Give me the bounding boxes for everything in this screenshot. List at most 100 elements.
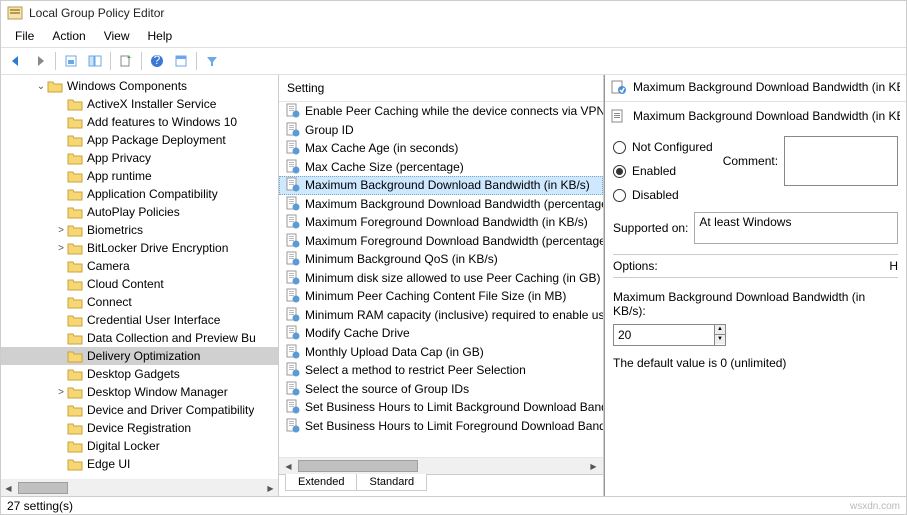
spinner-down-icon[interactable]: ▼ [715, 335, 725, 344]
tree-item[interactable]: App runtime [1, 167, 278, 185]
forward-button[interactable] [29, 50, 51, 72]
list-item[interactable]: Group ID [279, 121, 603, 140]
folder-icon [67, 241, 83, 255]
properties-button[interactable] [170, 50, 192, 72]
radio-icon[interactable] [613, 165, 626, 178]
spinner-up-icon[interactable]: ▲ [715, 325, 725, 335]
help-button[interactable]: ? [146, 50, 168, 72]
menu-action[interactable]: Action [44, 27, 93, 45]
list-item[interactable]: Select the source of Group IDs [279, 380, 603, 399]
tree-item[interactable]: >Biometrics [1, 221, 278, 239]
radio-not-configured[interactable]: Not Configured [613, 136, 713, 158]
list-item[interactable]: Minimum RAM capacity (inclusive) require… [279, 306, 603, 325]
tree-item[interactable]: App Privacy [1, 149, 278, 167]
comment-label: Comment: [723, 154, 778, 168]
menu-view[interactable]: View [96, 27, 138, 45]
tree-item[interactable]: App Package Deployment [1, 131, 278, 149]
list-item[interactable]: Max Cache Size (percentage) [279, 158, 603, 177]
list-item[interactable]: Maximum Background Download Bandwidth (i… [279, 176, 603, 195]
list-column-header[interactable]: Setting [279, 75, 603, 102]
tree-item[interactable]: Connect [1, 293, 278, 311]
list-item[interactable]: Set Business Hours to Limit Background D… [279, 398, 603, 417]
scroll-left-icon[interactable]: ◀ [1, 481, 16, 496]
tree-item-label: App Privacy [87, 151, 151, 165]
list-item[interactable]: Max Cache Age (in seconds) [279, 139, 603, 158]
menu-help[interactable]: Help [140, 27, 181, 45]
svg-text:?: ? [154, 54, 161, 67]
tree-item[interactable]: >Desktop Window Manager [1, 383, 278, 401]
folder-icon [67, 439, 83, 453]
scroll-right-icon[interactable]: ▶ [586, 459, 601, 474]
comment-field[interactable] [784, 136, 898, 186]
list-item-label: Monthly Upload Data Cap (in GB) [305, 345, 484, 359]
tree-item-label: Delivery Optimization [87, 349, 200, 363]
list-item[interactable]: Set Business Hours to Limit Foreground D… [279, 417, 603, 436]
tree-item[interactable]: Desktop Gadgets [1, 365, 278, 383]
menu-file[interactable]: File [7, 27, 42, 45]
policy-setting-icon [285, 140, 301, 156]
tree[interactable]: ⌄ Windows Components ActiveX Installer S… [1, 75, 278, 479]
settings-list-pane: Setting Enable Peer Caching while the de… [279, 75, 604, 496]
tab-extended[interactable]: Extended [285, 474, 357, 491]
list-item[interactable]: Maximum Background Download Bandwidth (p… [279, 195, 603, 214]
back-button[interactable] [5, 50, 27, 72]
collapse-icon[interactable]: ⌄ [35, 81, 47, 92]
tree-item[interactable]: Digital Locker [1, 437, 278, 455]
tab-standard[interactable]: Standard [356, 474, 427, 491]
radio-icon[interactable] [613, 189, 626, 202]
bandwidth-spinner[interactable]: ▲ ▼ [613, 324, 726, 346]
scroll-thumb[interactable] [18, 482, 68, 494]
tree-item[interactable]: Add features to Windows 10 [1, 113, 278, 131]
tree-item[interactable]: Data Collection and Preview Bu [1, 329, 278, 347]
policy-setting-icon [285, 270, 301, 286]
list-item[interactable]: Maximum Foreground Download Bandwidth (p… [279, 232, 603, 251]
tree-item-label: Data Collection and Preview Bu [87, 331, 256, 345]
filter-button[interactable] [201, 50, 223, 72]
radio-label: Not Configured [632, 140, 713, 154]
tree-item[interactable]: Edge UI [1, 455, 278, 473]
list-horizontal-scrollbar[interactable]: ◀ ▶ [279, 457, 603, 474]
tree-item[interactable]: Application Compatibility [1, 185, 278, 203]
list-item-label: Maximum Background Download Bandwidth (i… [305, 178, 590, 192]
up-button[interactable] [60, 50, 82, 72]
show-hide-tree-button[interactable] [84, 50, 106, 72]
tree-item-label: Cloud Content [87, 277, 164, 291]
list-item[interactable]: Select a method to restrict Peer Selecti… [279, 361, 603, 380]
radio-disabled[interactable]: Disabled [613, 184, 713, 206]
tree-root[interactable]: ⌄ Windows Components [1, 77, 278, 95]
tree-item[interactable]: >BitLocker Drive Encryption [1, 239, 278, 257]
list-item[interactable]: Minimum disk size allowed to use Peer Ca… [279, 269, 603, 288]
expand-icon[interactable]: > [55, 225, 67, 236]
tree-item[interactable]: Camera [1, 257, 278, 275]
list-item-label: Maximum Foreground Download Bandwidth (i… [305, 215, 588, 229]
expand-icon[interactable]: > [55, 387, 67, 398]
list-item-label: Enable Peer Caching while the device con… [305, 104, 603, 118]
list-item[interactable]: Modify Cache Drive [279, 324, 603, 343]
bandwidth-input[interactable] [614, 325, 714, 345]
list-item[interactable]: Minimum Background QoS (in KB/s) [279, 250, 603, 269]
scroll-right-icon[interactable]: ▶ [263, 481, 278, 496]
dialog-body: Not Configured Enabled Disabled Comment: [605, 128, 906, 496]
tree-item[interactable]: Credential User Interface [1, 311, 278, 329]
expand-icon[interactable]: > [55, 243, 67, 254]
radio-enabled[interactable]: Enabled [613, 160, 713, 182]
tree-item[interactable]: Device Registration [1, 419, 278, 437]
scroll-thumb[interactable] [298, 460, 418, 472]
list-item[interactable]: Monthly Upload Data Cap (in GB) [279, 343, 603, 362]
tree-item[interactable]: Delivery Optimization [1, 347, 278, 365]
list-item[interactable]: Maximum Foreground Download Bandwidth (i… [279, 213, 603, 232]
radio-icon[interactable] [613, 141, 626, 154]
list-item[interactable]: Minimum Peer Caching Content File Size (… [279, 287, 603, 306]
tree-item[interactable]: Device and Driver Compatibility [1, 401, 278, 419]
tree-item[interactable]: ActiveX Installer Service [1, 95, 278, 113]
scroll-left-icon[interactable]: ◀ [281, 459, 296, 474]
settings-list[interactable]: Enable Peer Caching while the device con… [279, 102, 603, 457]
tree-item[interactable]: AutoPlay Policies [1, 203, 278, 221]
policy-setting-icon [285, 233, 301, 249]
tree-item-label: Digital Locker [87, 439, 160, 453]
export-button[interactable] [115, 50, 137, 72]
tree-item[interactable]: Cloud Content [1, 275, 278, 293]
list-item[interactable]: Enable Peer Caching while the device con… [279, 102, 603, 121]
tree-horizontal-scrollbar[interactable]: ◀ ▶ [1, 479, 278, 496]
list-item-label: Set Business Hours to Limit Foreground D… [305, 419, 603, 433]
